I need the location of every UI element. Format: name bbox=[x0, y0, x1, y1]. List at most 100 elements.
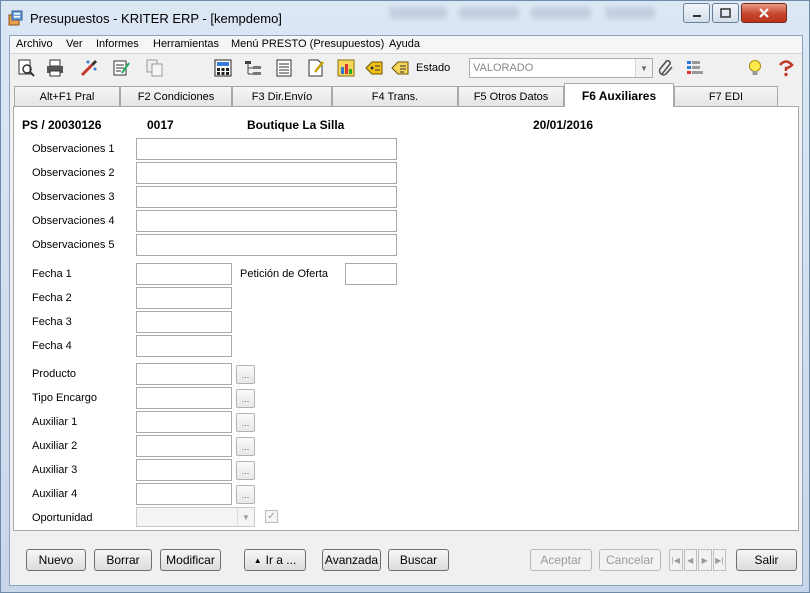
fecha-1-label: Fecha 1 bbox=[32, 268, 72, 280]
tab-pral[interactable]: Alt+F1 Pral bbox=[14, 86, 120, 106]
calculator-icon[interactable] bbox=[213, 58, 233, 78]
blurred-taskbar-item bbox=[459, 7, 519, 19]
tipo-encargo-lookup-button[interactable]: ... bbox=[236, 389, 255, 408]
auxiliar-4-input[interactable] bbox=[136, 483, 232, 505]
grid-icon[interactable] bbox=[685, 58, 705, 78]
preview-icon[interactable] bbox=[16, 58, 36, 78]
blurred-taskbar-item bbox=[605, 7, 655, 19]
auxiliar-3-lookup-button[interactable]: ... bbox=[236, 461, 255, 480]
maximize-icon bbox=[720, 8, 731, 18]
observaciones-5-label: Observaciones 5 bbox=[32, 239, 115, 251]
auxiliar-1-lookup-button[interactable]: ... bbox=[236, 413, 255, 432]
client-name: Boutique La Silla bbox=[247, 118, 345, 132]
menu-ayuda[interactable]: Ayuda bbox=[389, 38, 420, 50]
fecha-2-input[interactable] bbox=[136, 287, 232, 309]
client-area: Archivo Ver Informes Herramientas Menú P… bbox=[9, 35, 803, 586]
chevron-down-icon[interactable]: ▼ bbox=[237, 508, 254, 526]
oportunidad-checkbox[interactable]: ✓ bbox=[265, 510, 278, 523]
menu-archivo[interactable]: Archivo bbox=[16, 38, 53, 50]
tipo-encargo-label: Tipo Encargo bbox=[32, 392, 98, 404]
tab-condiciones[interactable]: F2 Condiciones bbox=[120, 86, 232, 106]
lightbulb-icon[interactable] bbox=[745, 58, 765, 78]
first-record-icon[interactable]: |◀ bbox=[669, 549, 683, 571]
client-code: 0017 bbox=[147, 118, 174, 132]
peticion-oferta-input[interactable] bbox=[345, 263, 397, 285]
tab-trans[interactable]: F4 Trans. bbox=[332, 86, 458, 106]
paperclip-icon[interactable] bbox=[656, 58, 676, 78]
auxiliar-4-lookup-button[interactable]: ... bbox=[236, 485, 255, 504]
menu-ver[interactable]: Ver bbox=[66, 38, 83, 50]
chevron-down-icon[interactable]: ▼ bbox=[635, 59, 652, 77]
copy-icon[interactable] bbox=[145, 58, 165, 78]
ir-a-button[interactable]: ▲ Ir a ... bbox=[244, 549, 306, 571]
chart-icon[interactable] bbox=[336, 58, 356, 78]
auxiliar-3-input[interactable] bbox=[136, 459, 232, 481]
observaciones-4-input[interactable] bbox=[136, 210, 397, 232]
toolbar: Estado VALORADO ▼ bbox=[10, 54, 802, 83]
auxiliar-2-label: Auxiliar 2 bbox=[32, 440, 78, 452]
producto-lookup-button[interactable]: ... bbox=[236, 365, 255, 384]
tree-icon[interactable] bbox=[243, 58, 263, 78]
title-bar: Presupuestos - KRITER ERP - [kempdemo] bbox=[1, 1, 809, 35]
document-date: 20/01/2016 bbox=[533, 118, 594, 132]
menu-presto[interactable]: Menú PRESTO (Presupuestos) bbox=[231, 38, 384, 50]
tab-edi[interactable]: F7 EDI bbox=[674, 86, 778, 106]
blurred-taskbar-item bbox=[389, 7, 447, 19]
fecha-4-input[interactable] bbox=[136, 335, 232, 357]
oportunidad-select[interactable]: ▼ bbox=[136, 507, 255, 527]
observaciones-3-input[interactable] bbox=[136, 186, 397, 208]
fecha-2-label: Fecha 2 bbox=[32, 292, 72, 304]
print-icon[interactable] bbox=[45, 58, 65, 78]
auxiliar-2-lookup-button[interactable]: ... bbox=[236, 437, 255, 456]
ir-a-label: Ir a ... bbox=[265, 553, 297, 567]
minimize-icon bbox=[692, 15, 701, 17]
triangle-up-icon: ▲ bbox=[253, 555, 262, 565]
tab-auxiliares[interactable]: F6 Auxiliares bbox=[564, 83, 674, 107]
aceptar-button[interactable]: Aceptar bbox=[530, 549, 592, 571]
modificar-button[interactable]: Modificar bbox=[160, 549, 221, 571]
tab-otros-datos[interactable]: F5 Otros Datos bbox=[458, 86, 564, 106]
auxiliar-1-input[interactable] bbox=[136, 411, 232, 433]
observaciones-5-input[interactable] bbox=[136, 234, 397, 256]
cancelar-button[interactable]: Cancelar bbox=[599, 549, 661, 571]
next-record-icon[interactable]: ▶ bbox=[698, 549, 712, 571]
auxiliar-4-label: Auxiliar 4 bbox=[32, 488, 78, 500]
last-record-icon[interactable]: ▶| bbox=[712, 549, 726, 571]
tipo-encargo-input[interactable] bbox=[136, 387, 232, 409]
nuevo-button[interactable]: Nuevo bbox=[26, 549, 86, 571]
help-icon[interactable] bbox=[776, 58, 796, 78]
blurred-taskbar-item bbox=[531, 7, 591, 19]
observaciones-2-input[interactable] bbox=[136, 162, 397, 184]
minimize-button[interactable] bbox=[683, 3, 710, 23]
tab-dir-envio[interactable]: F3 Dir.Envío bbox=[232, 86, 332, 106]
observaciones-1-input[interactable] bbox=[136, 138, 397, 160]
salir-button[interactable]: Salir bbox=[736, 549, 797, 571]
edit-document-icon[interactable] bbox=[111, 58, 131, 78]
fecha-3-label: Fecha 3 bbox=[32, 316, 72, 328]
borrar-button[interactable]: Borrar bbox=[94, 549, 152, 571]
avanzada-button[interactable]: Avanzada bbox=[322, 549, 381, 571]
observaciones-1-label: Observaciones 1 bbox=[32, 143, 115, 155]
fecha-1-input[interactable] bbox=[136, 263, 232, 285]
previous-record-icon[interactable]: ◀ bbox=[683, 549, 697, 571]
observaciones-2-label: Observaciones 2 bbox=[32, 167, 115, 179]
tag-icon[interactable] bbox=[364, 58, 384, 78]
estado-value: VALORADO bbox=[473, 62, 534, 74]
estado-select[interactable]: VALORADO ▼ bbox=[469, 58, 653, 78]
auxiliar-2-input[interactable] bbox=[136, 435, 232, 457]
menu-herramientas[interactable]: Herramientas bbox=[153, 38, 219, 50]
buscar-button[interactable]: Buscar bbox=[388, 549, 449, 571]
app-icon bbox=[8, 10, 23, 26]
fecha-3-input[interactable] bbox=[136, 311, 232, 333]
maximize-button[interactable] bbox=[712, 3, 739, 23]
close-button[interactable] bbox=[741, 3, 787, 23]
menu-bar: Archivo Ver Informes Herramientas Menú P… bbox=[10, 36, 802, 54]
report-icon[interactable] bbox=[390, 58, 410, 78]
producto-input[interactable] bbox=[136, 363, 232, 385]
document-edit-icon[interactable] bbox=[306, 58, 326, 78]
record-navigator: |◀ ◀ ▶ ▶| bbox=[669, 549, 727, 571]
oportunidad-label: Oportunidad bbox=[32, 512, 93, 524]
list-icon[interactable] bbox=[274, 58, 294, 78]
magic-wand-icon[interactable] bbox=[79, 58, 99, 78]
menu-informes[interactable]: Informes bbox=[96, 38, 139, 50]
